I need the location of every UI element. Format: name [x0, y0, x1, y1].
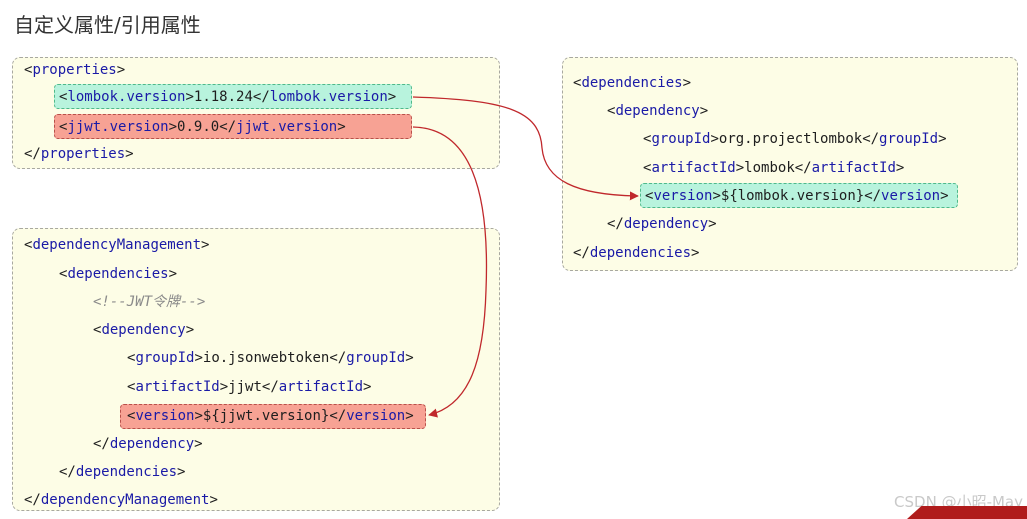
lombok-reference-arrow: [412, 96, 639, 201]
connector-arrows: [412, 96, 639, 418]
jjwt-reference-arrow: [412, 126, 488, 418]
corner-ribbon: [907, 506, 1027, 519]
